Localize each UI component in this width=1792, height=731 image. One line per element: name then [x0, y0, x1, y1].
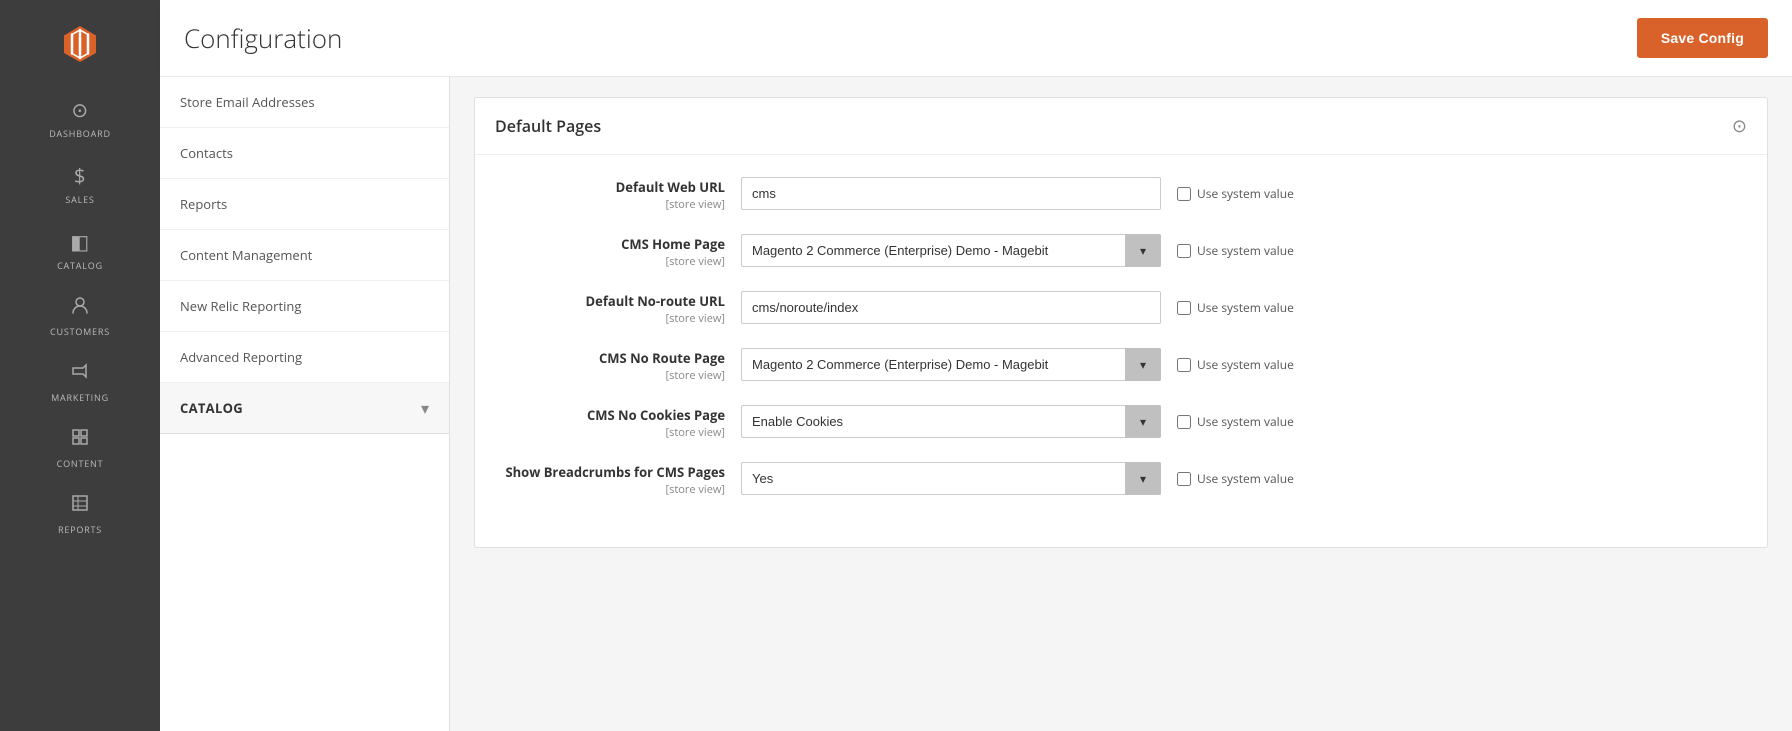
- magento-logo-icon: [58, 22, 102, 66]
- sales-icon: $: [74, 162, 86, 189]
- use-system-value-checkbox-3[interactable]: [1177, 358, 1191, 372]
- sidebar-item-label: REPORTS: [58, 523, 102, 536]
- sidebar-item-dashboard[interactable]: ⊙ DASHBOARD: [0, 84, 160, 150]
- sidebar-item-label: SALES: [65, 193, 94, 206]
- checkbox-wrap: Use system value: [1177, 470, 1294, 487]
- section-header: Default Pages ⊙: [475, 98, 1767, 155]
- field-label: CMS No Route Page: [599, 349, 725, 367]
- sidebar-item-content[interactable]: CONTENT: [0, 414, 160, 480]
- label-wrap: CMS No Cookies Page [store view]: [505, 403, 725, 440]
- menu-item-store-email[interactable]: Store Email Addresses: [160, 77, 449, 128]
- checkbox-label: Use system value: [1197, 242, 1294, 259]
- cms-no-cookies-page-select[interactable]: Enable Cookies: [741, 405, 1161, 438]
- sidebar-item-label: CATALOG: [57, 259, 103, 272]
- checkbox-wrap: Use system value: [1177, 299, 1294, 316]
- no-route-url-input[interactable]: [741, 291, 1161, 324]
- show-breadcrumbs-select[interactable]: Yes: [741, 462, 1161, 495]
- top-bar: Configuration Save Config: [160, 0, 1792, 77]
- menu-item-reports[interactable]: Reports: [160, 179, 449, 230]
- sidebar: ⊙ DASHBOARD $ SALES ◧ CATALOG CUSTOMERS …: [0, 0, 160, 731]
- sidebar-item-label: CONTENT: [57, 457, 104, 470]
- checkbox-wrap: Use system value: [1177, 413, 1294, 430]
- cms-no-route-page-select[interactable]: Magento 2 Commerce (Enterprise) Demo - M…: [741, 348, 1161, 381]
- field-label: Default Web URL: [616, 178, 725, 196]
- sidebar-item-label: MARKETING: [51, 391, 109, 404]
- field-select-wrap: Magento 2 Commerce (Enterprise) Demo - M…: [741, 348, 1161, 381]
- left-panel: Store Email Addresses Contacts Reports C…: [160, 77, 450, 731]
- chevron-down-icon: ▾: [421, 397, 429, 419]
- field-input-wrap: [741, 291, 1161, 324]
- checkbox-wrap: Use system value: [1177, 242, 1294, 259]
- dashboard-icon: ⊙: [71, 96, 88, 123]
- field-scope: [store view]: [505, 197, 725, 212]
- checkbox-label: Use system value: [1197, 185, 1294, 202]
- menu-item-contacts[interactable]: Contacts: [160, 128, 449, 179]
- checkbox-label: Use system value: [1197, 356, 1294, 373]
- catalog-section-label: CATALOG: [180, 399, 243, 417]
- field-select-wrap: Enable Cookies ▾: [741, 405, 1161, 438]
- field-label: Show Breadcrumbs for CMS Pages: [505, 463, 725, 481]
- menu-item-advanced-reporting[interactable]: Advanced Reporting: [160, 332, 449, 383]
- field-scope: [store view]: [505, 482, 725, 497]
- logo-area: [0, 0, 160, 84]
- menu-item-content-management[interactable]: Content Management: [160, 230, 449, 281]
- field-scope: [store view]: [505, 425, 725, 440]
- sidebar-item-marketing[interactable]: MARKETING: [0, 348, 160, 414]
- reports-icon: [70, 492, 90, 519]
- field-scope: [store view]: [505, 368, 725, 383]
- content-icon: [70, 426, 90, 453]
- sidebar-item-sales[interactable]: $ SALES: [0, 150, 160, 216]
- field-row-show-breadcrumbs: Show Breadcrumbs for CMS Pages [store vi…: [505, 460, 1737, 497]
- label-wrap: Default Web URL [store view]: [505, 175, 725, 212]
- sidebar-item-label: DASHBOARD: [49, 127, 111, 140]
- collapse-icon[interactable]: ⊙: [1732, 114, 1747, 138]
- field-scope: [store view]: [505, 311, 725, 326]
- menu-item-new-relic[interactable]: New Relic Reporting: [160, 281, 449, 332]
- default-web-url-input[interactable]: [741, 177, 1161, 210]
- use-system-value-checkbox-5[interactable]: [1177, 472, 1191, 486]
- use-system-value-checkbox-0[interactable]: [1177, 187, 1191, 201]
- main-content: Configuration Save Config Store Email Ad…: [160, 0, 1792, 731]
- catalog-section[interactable]: CATALOG ▾: [160, 383, 449, 434]
- label-wrap: Show Breadcrumbs for CMS Pages [store vi…: [505, 460, 725, 497]
- sidebar-item-customers[interactable]: CUSTOMERS: [0, 282, 160, 348]
- label-wrap: CMS No Route Page [store view]: [505, 346, 725, 383]
- field-row-cms-no-route: CMS No Route Page [store view] Magento 2…: [505, 346, 1737, 383]
- field-select-wrap: Yes ▾: [741, 462, 1161, 495]
- default-pages-section: Default Pages ⊙ Default Web URL [store v…: [474, 97, 1768, 548]
- save-config-button[interactable]: Save Config: [1637, 18, 1768, 58]
- sidebar-item-reports[interactable]: REPORTS: [0, 480, 160, 546]
- checkbox-label: Use system value: [1197, 413, 1294, 430]
- sidebar-item-label: CUSTOMERS: [50, 325, 110, 338]
- checkbox-wrap: Use system value: [1177, 185, 1294, 202]
- content-area: Store Email Addresses Contacts Reports C…: [160, 77, 1792, 731]
- page-title: Configuration: [184, 20, 342, 56]
- field-input-wrap: [741, 177, 1161, 210]
- field-label: Default No-route URL: [586, 292, 725, 310]
- section-body: Default Web URL [store view] Use system …: [475, 155, 1767, 547]
- field-row-cms-no-cookies: CMS No Cookies Page [store view] Enable …: [505, 403, 1737, 440]
- marketing-icon: [70, 360, 90, 387]
- use-system-value-checkbox-4[interactable]: [1177, 415, 1191, 429]
- catalog-icon: ◧: [70, 228, 89, 255]
- field-select-wrap: Magento 2 Commerce (Enterprise) Demo - M…: [741, 234, 1161, 267]
- use-system-value-checkbox-2[interactable]: [1177, 301, 1191, 315]
- field-row-no-route-url: Default No-route URL [store view] Use sy…: [505, 289, 1737, 326]
- field-label: CMS No Cookies Page: [587, 406, 725, 424]
- use-system-value-checkbox-1[interactable]: [1177, 244, 1191, 258]
- checkbox-label: Use system value: [1197, 299, 1294, 316]
- field-scope: [store view]: [505, 254, 725, 269]
- customers-icon: [70, 294, 90, 321]
- field-row-cms-home-page: CMS Home Page [store view] Magento 2 Com…: [505, 232, 1737, 269]
- right-panel: Default Pages ⊙ Default Web URL [store v…: [450, 77, 1792, 731]
- label-wrap: CMS Home Page [store view]: [505, 232, 725, 269]
- sidebar-item-catalog[interactable]: ◧ CATALOG: [0, 216, 160, 282]
- field-row-default-web-url: Default Web URL [store view] Use system …: [505, 175, 1737, 212]
- field-label: CMS Home Page: [621, 235, 725, 253]
- checkbox-wrap: Use system value: [1177, 356, 1294, 373]
- label-wrap: Default No-route URL [store view]: [505, 289, 725, 326]
- cms-home-page-select[interactable]: Magento 2 Commerce (Enterprise) Demo - M…: [741, 234, 1161, 267]
- section-title: Default Pages: [495, 115, 601, 137]
- checkbox-label: Use system value: [1197, 470, 1294, 487]
